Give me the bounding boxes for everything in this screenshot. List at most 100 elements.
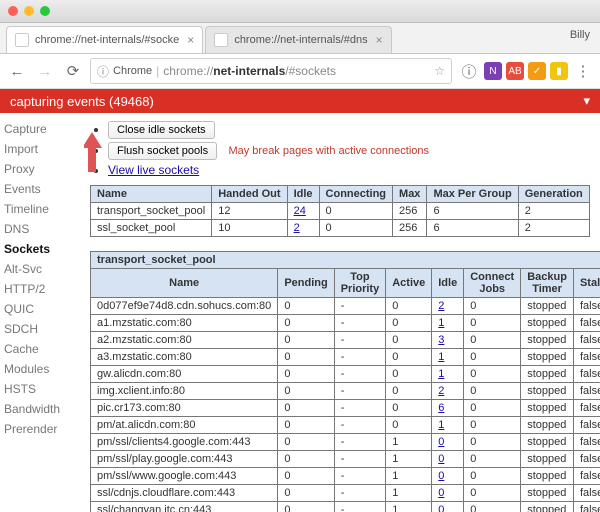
favicon-icon [214,33,228,47]
menu-icon[interactable]: ⋮ [572,60,594,82]
table-row: ssl_socket_pool102025662 [91,220,590,237]
idle-link[interactable]: 6 [438,402,444,414]
table-row: transport_socket_pool1224025662 [91,203,590,220]
col-header: BackupTimer [521,269,574,298]
col-header: Stalled [573,269,600,298]
col-header: Idle [432,269,464,298]
table-row: gw.alicdn.com:800-010stoppedfalse [91,366,600,383]
reload-button[interactable]: ⟳ [62,60,84,82]
browser-tab[interactable]: chrome://net-internals/#socke× [6,26,203,53]
col-header: Idle [287,186,319,203]
table-row: ssl/changyan.itc.cn:4430-100stoppedfalse [91,502,600,512]
capture-text: capturing events (49468) [10,94,154,109]
ext-icon-abp[interactable]: AB [506,62,524,80]
col-header: TopPriority [334,269,386,298]
back-button[interactable]: ← [6,60,28,82]
idle-link[interactable]: 24 [294,205,306,217]
col-header: Pending [278,269,334,298]
table-row: ssl/cdnjs.cloudflare.com:4430-100stopped… [91,485,600,502]
minimize-window-icon[interactable] [24,6,34,16]
ext-icon-onenote[interactable]: N [484,62,502,80]
sidebar-item-capture[interactable]: Capture [4,119,80,139]
table-row: pm/ssl/clients4.google.com:4430-100stopp… [91,434,600,451]
table-row: img.xclient.info:800-020stoppedfalse [91,383,600,400]
table-row: pic.cr173.com:800-060stoppedfalse [91,400,600,417]
idle-link[interactable]: 2 [438,300,444,312]
favicon-icon [15,33,29,47]
sidebar-item-modules[interactable]: Modules [4,359,80,379]
idle-link[interactable]: 1 [438,351,444,363]
sidebar-item-prerender[interactable]: Prerender [4,419,80,439]
sidebar-item-sdch[interactable]: SDCH [4,319,80,339]
sidebar-item-bandwidth[interactable]: Bandwidth [4,399,80,419]
idle-link[interactable]: 0 [438,504,444,512]
idle-link[interactable]: 0 [438,487,444,499]
forward-button[interactable]: → [34,60,56,82]
sidebar-item-sockets[interactable]: Sockets [4,239,80,259]
pool-table: transport_socket_poolNamePendingTopPrior… [90,251,600,512]
col-header: Max [393,186,427,203]
star-icon[interactable]: ☆ [434,64,445,78]
sidebar-item-timeline[interactable]: Timeline [4,199,80,219]
sidebar-item-altsvc[interactable]: Alt-Svc [4,259,80,279]
idle-link[interactable]: 0 [438,453,444,465]
flush-pools-button[interactable]: Flush socket pools [108,142,217,160]
dropdown-icon[interactable]: ▾ [583,93,590,109]
sidebar-item-http2[interactable]: HTTP/2 [4,279,80,299]
action-close-idle: Close idle sockets [108,121,590,139]
col-header: Generation [518,186,589,203]
idle-link[interactable]: 1 [438,317,444,329]
idle-link[interactable]: 1 [438,419,444,431]
tab-strip: chrome://net-internals/#socke×chrome://n… [0,23,600,54]
sidebar-item-import[interactable]: Import [4,139,80,159]
sidebar-item-events[interactable]: Events [4,179,80,199]
toolbar: ← → ⟳ ⓘ Chrome | chrome://net-internals/… [0,54,600,89]
sidebar-item-proxy[interactable]: Proxy [4,159,80,179]
table-row: a1.mzstatic.com:800-010stoppedfalse [91,315,600,332]
main-content: Close idle sockets Flush socket pools Ma… [84,113,600,512]
capture-bar[interactable]: capturing events (49468) ▾ [0,89,600,113]
close-idle-button[interactable]: Close idle sockets [108,121,215,139]
col-header: Handed Out [212,186,287,203]
table-row: a3.mzstatic.com:800-010stoppedfalse [91,349,600,366]
col-header: ConnectJobs [464,269,521,298]
idle-link[interactable]: 0 [438,436,444,448]
sidebar-item-dns[interactable]: DNS [4,219,80,239]
omnibox-info-icon[interactable]: ⓘ [458,60,480,82]
actions-list: Close idle sockets Flush socket pools Ma… [108,121,590,177]
tab-title: chrome://net-internals/#dns [234,34,367,46]
view-live-link[interactable]: View live sockets [108,163,199,177]
idle-link[interactable]: 2 [294,222,300,234]
close-tab-icon[interactable]: × [187,33,194,47]
profile-name[interactable]: Billy [570,29,590,41]
idle-link[interactable]: 0 [438,470,444,482]
close-tab-icon[interactable]: × [376,33,383,47]
browser-tab[interactable]: chrome://net-internals/#dns × [205,26,391,53]
extensions: ⓘ N AB ✓ ▮ ⋮ [458,60,594,82]
sidebar-item-hsts[interactable]: HSTS [4,379,80,399]
ext-icon-postman[interactable]: ✓ [528,62,546,80]
idle-link[interactable]: 1 [438,368,444,380]
address-bar[interactable]: ⓘ Chrome | chrome://net-internals/#socke… [90,58,452,84]
table-row: 0d077ef9e74d8.cdn.sohucs.com:800-020stop… [91,298,600,315]
table-row: pm/ssl/play.google.com:4430-100stoppedfa… [91,451,600,468]
action-view-live: View live sockets [108,163,590,177]
close-window-icon[interactable] [8,6,18,16]
table-row: a2.mzstatic.com:800-030stoppedfalse [91,332,600,349]
window-controls [8,6,50,16]
idle-link[interactable]: 2 [438,385,444,397]
maximize-window-icon[interactable] [40,6,50,16]
sidebar-item-quic[interactable]: QUIC [4,299,80,319]
flush-warning: May break pages with active connections [228,145,429,157]
table-row: pm/ssl/www.google.com:4430-100stoppedfal… [91,468,600,485]
ext-icon-analytics[interactable]: ▮ [550,62,568,80]
sidebar-item-cache[interactable]: Cache [4,339,80,359]
idle-link[interactable]: 3 [438,334,444,346]
info-icon: ⓘ [97,63,109,80]
secure-label: Chrome [113,65,152,77]
pool-title: transport_socket_pool [91,252,600,269]
summary-table: NameHanded OutIdleConnectingMaxMax Per G… [90,185,590,237]
action-flush: Flush socket pools May break pages with … [108,142,590,160]
table-row: pm/at.alicdn.com:800-010stoppedfalse [91,417,600,434]
col-header: Active [386,269,432,298]
